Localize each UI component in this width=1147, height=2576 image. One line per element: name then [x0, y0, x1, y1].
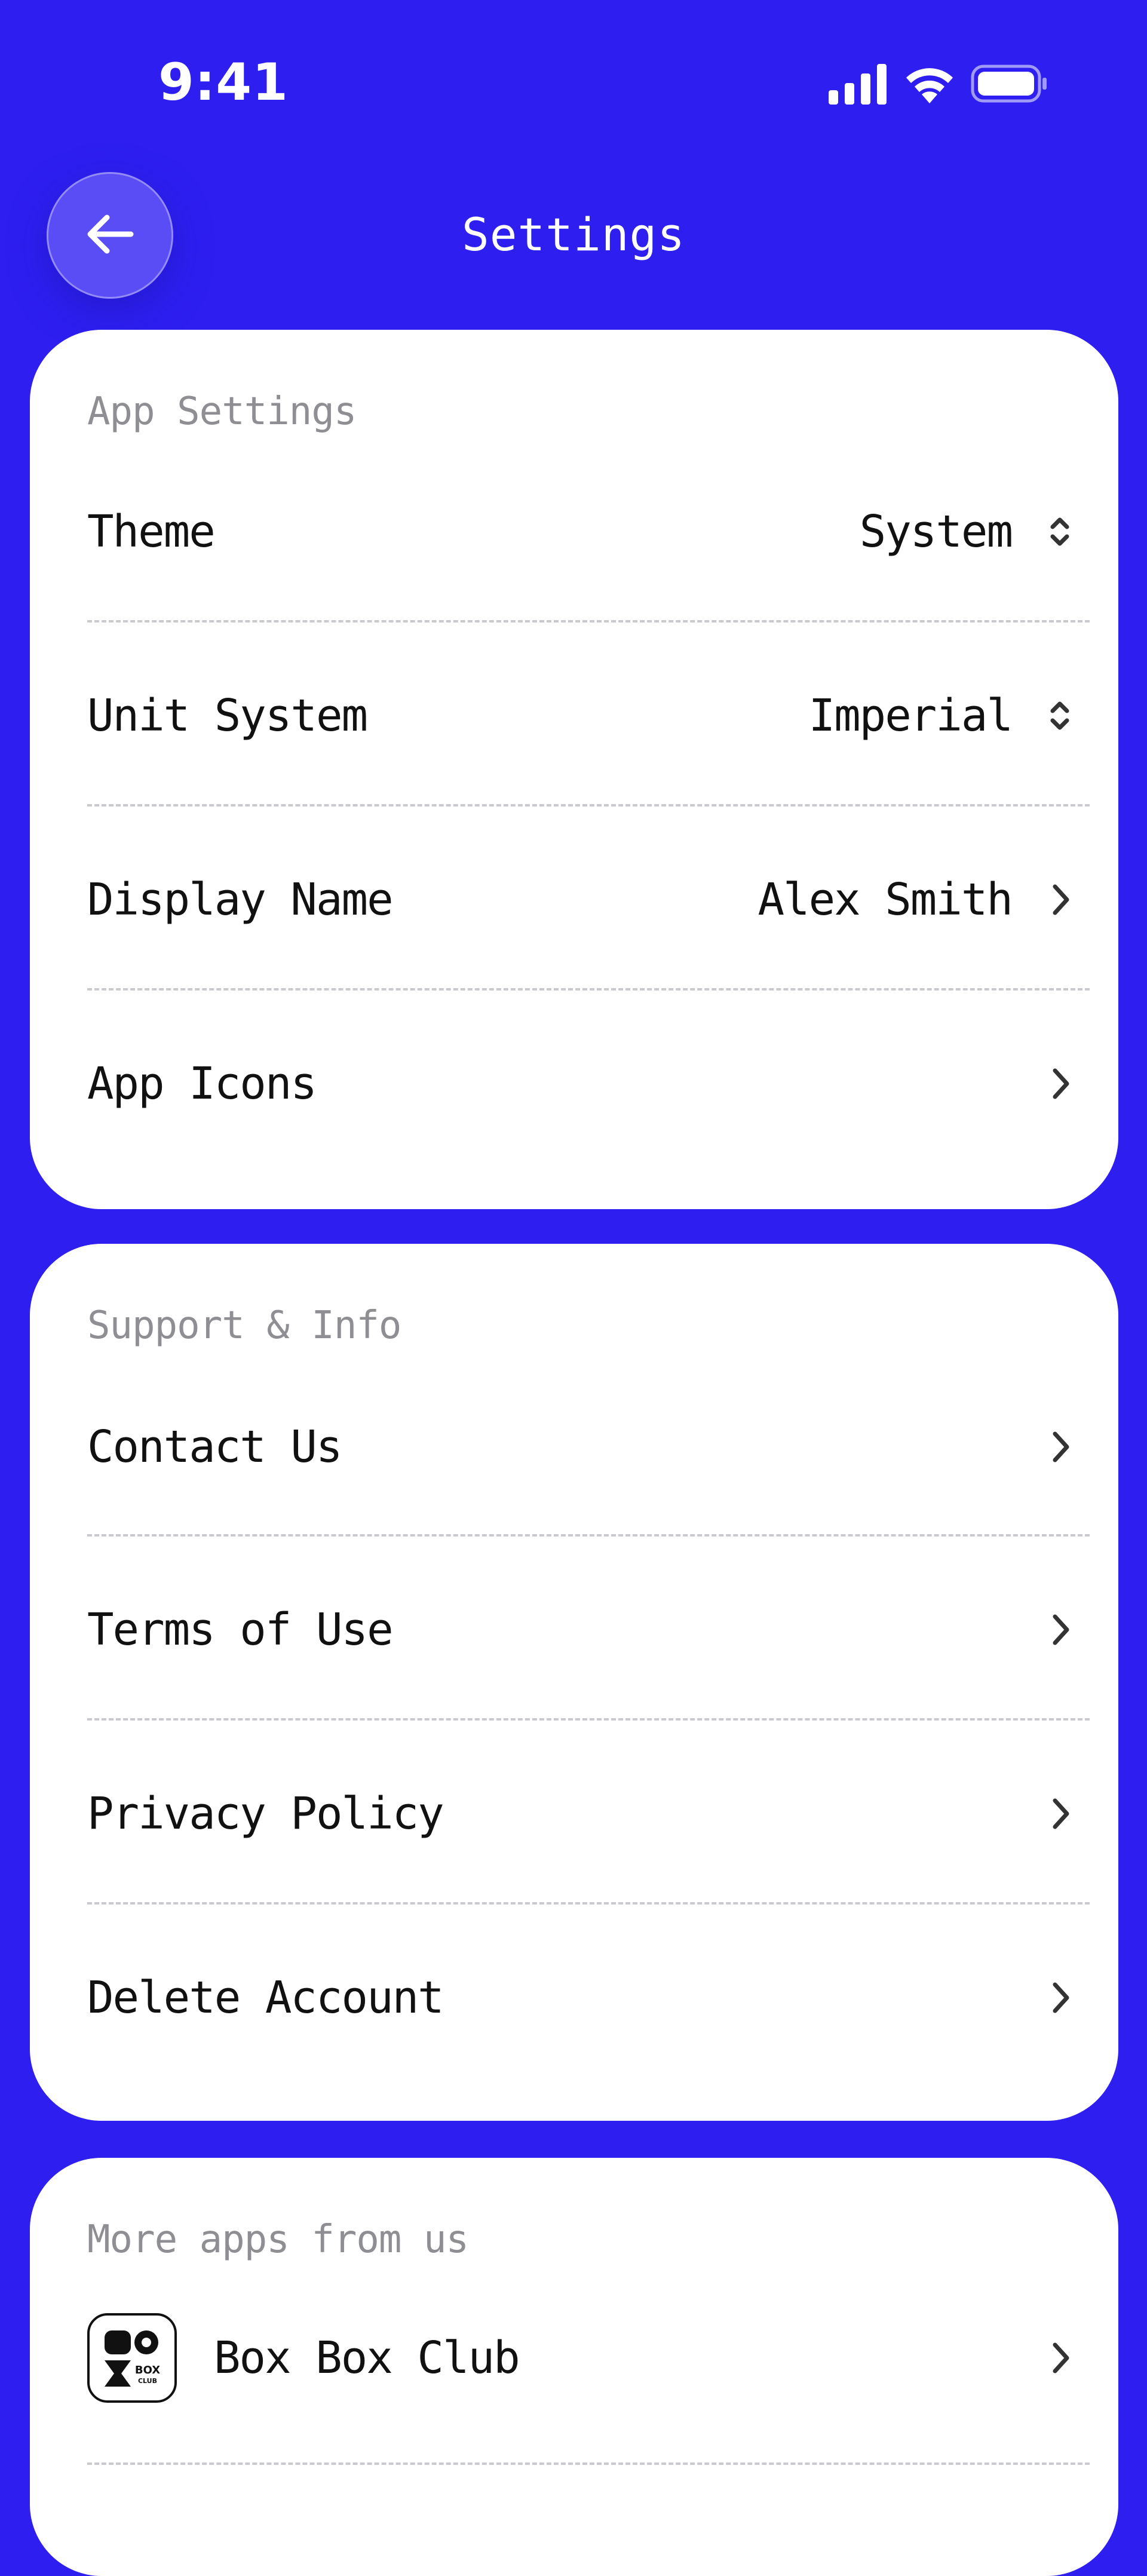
status-icons: [829, 63, 1048, 107]
wifi-icon: [903, 63, 956, 107]
divider: [87, 1902, 1090, 1905]
chevron-right-icon: [1042, 1974, 1078, 2022]
divider: [87, 1534, 1090, 1537]
app-row-box-box-club[interactable]: BOX CLUB Box Box Club: [87, 2283, 1090, 2433]
contact-us-label: Contact Us: [87, 1421, 343, 1473]
section-title-app-settings: App Settings: [87, 390, 357, 434]
display-name-label: Display Name: [87, 874, 394, 925]
app-settings-card: App Settings Theme System Unit System Im…: [30, 330, 1118, 1209]
more-apps-card: More apps from us BOX CLUB Box Box Club: [30, 2158, 1118, 2576]
terms-of-use-label: Terms of Use: [87, 1604, 394, 1655]
up-down-chevron-icon: [1042, 508, 1078, 556]
terms-of-use-row[interactable]: Terms of Use: [87, 1540, 1090, 1719]
divider: [87, 1718, 1090, 1721]
section-title-support-info: Support & Info: [87, 1304, 401, 1348]
status-time: 9:41: [158, 53, 289, 112]
svg-text:BOX: BOX: [135, 2364, 160, 2376]
signal-icon: [829, 63, 888, 107]
app-icons-label: App Icons: [87, 1058, 317, 1109]
display-name-row[interactable]: Display Name Alex Smith: [87, 810, 1090, 989]
theme-row[interactable]: Theme System: [87, 442, 1090, 621]
chevron-right-icon: [1042, 1060, 1078, 1108]
app-icons-row[interactable]: App Icons: [87, 994, 1090, 1173]
svg-text:CLUB: CLUB: [138, 2377, 157, 2385]
unit-system-value: Imperial: [808, 690, 1013, 741]
theme-label: Theme: [87, 506, 216, 557]
status-bar: 9:41: [0, 0, 1147, 167]
privacy-policy-label: Privacy Policy: [87, 1788, 444, 1839]
page-title: Settings: [461, 208, 686, 261]
privacy-policy-row[interactable]: Privacy Policy: [87, 1724, 1090, 1903]
divider: [87, 804, 1090, 806]
nav-bar: Settings: [0, 167, 1147, 305]
chevron-right-icon: [1042, 1606, 1078, 1654]
support-info-card: Support & Info Contact Us Terms of Use P…: [30, 1244, 1118, 2121]
contact-us-row[interactable]: Contact Us: [87, 1357, 1090, 1537]
theme-value: System: [859, 506, 1013, 557]
divider: [87, 988, 1090, 990]
display-name-value: Alex Smith: [757, 874, 1013, 925]
box-box-club-label: Box Box Club: [214, 2332, 520, 2384]
chevron-right-icon: [1042, 1423, 1078, 1471]
battery-icon: [971, 63, 1048, 107]
chevron-right-icon: [1042, 1790, 1078, 1838]
chevron-right-icon: [1042, 2334, 1078, 2382]
unit-system-label: Unit System: [87, 690, 368, 741]
up-down-chevron-icon: [1042, 692, 1078, 740]
box-box-club-logo: BOX CLUB: [87, 2313, 177, 2403]
section-title-more-apps: More apps from us: [87, 2218, 469, 2262]
unit-system-row[interactable]: Unit System Imperial: [87, 626, 1090, 805]
delete-account-label: Delete Account: [87, 1972, 444, 2023]
delete-account-row[interactable]: Delete Account: [87, 1908, 1090, 2087]
divider: [87, 620, 1090, 622]
divider: [87, 2462, 1090, 2465]
chevron-right-icon: [1042, 876, 1078, 924]
